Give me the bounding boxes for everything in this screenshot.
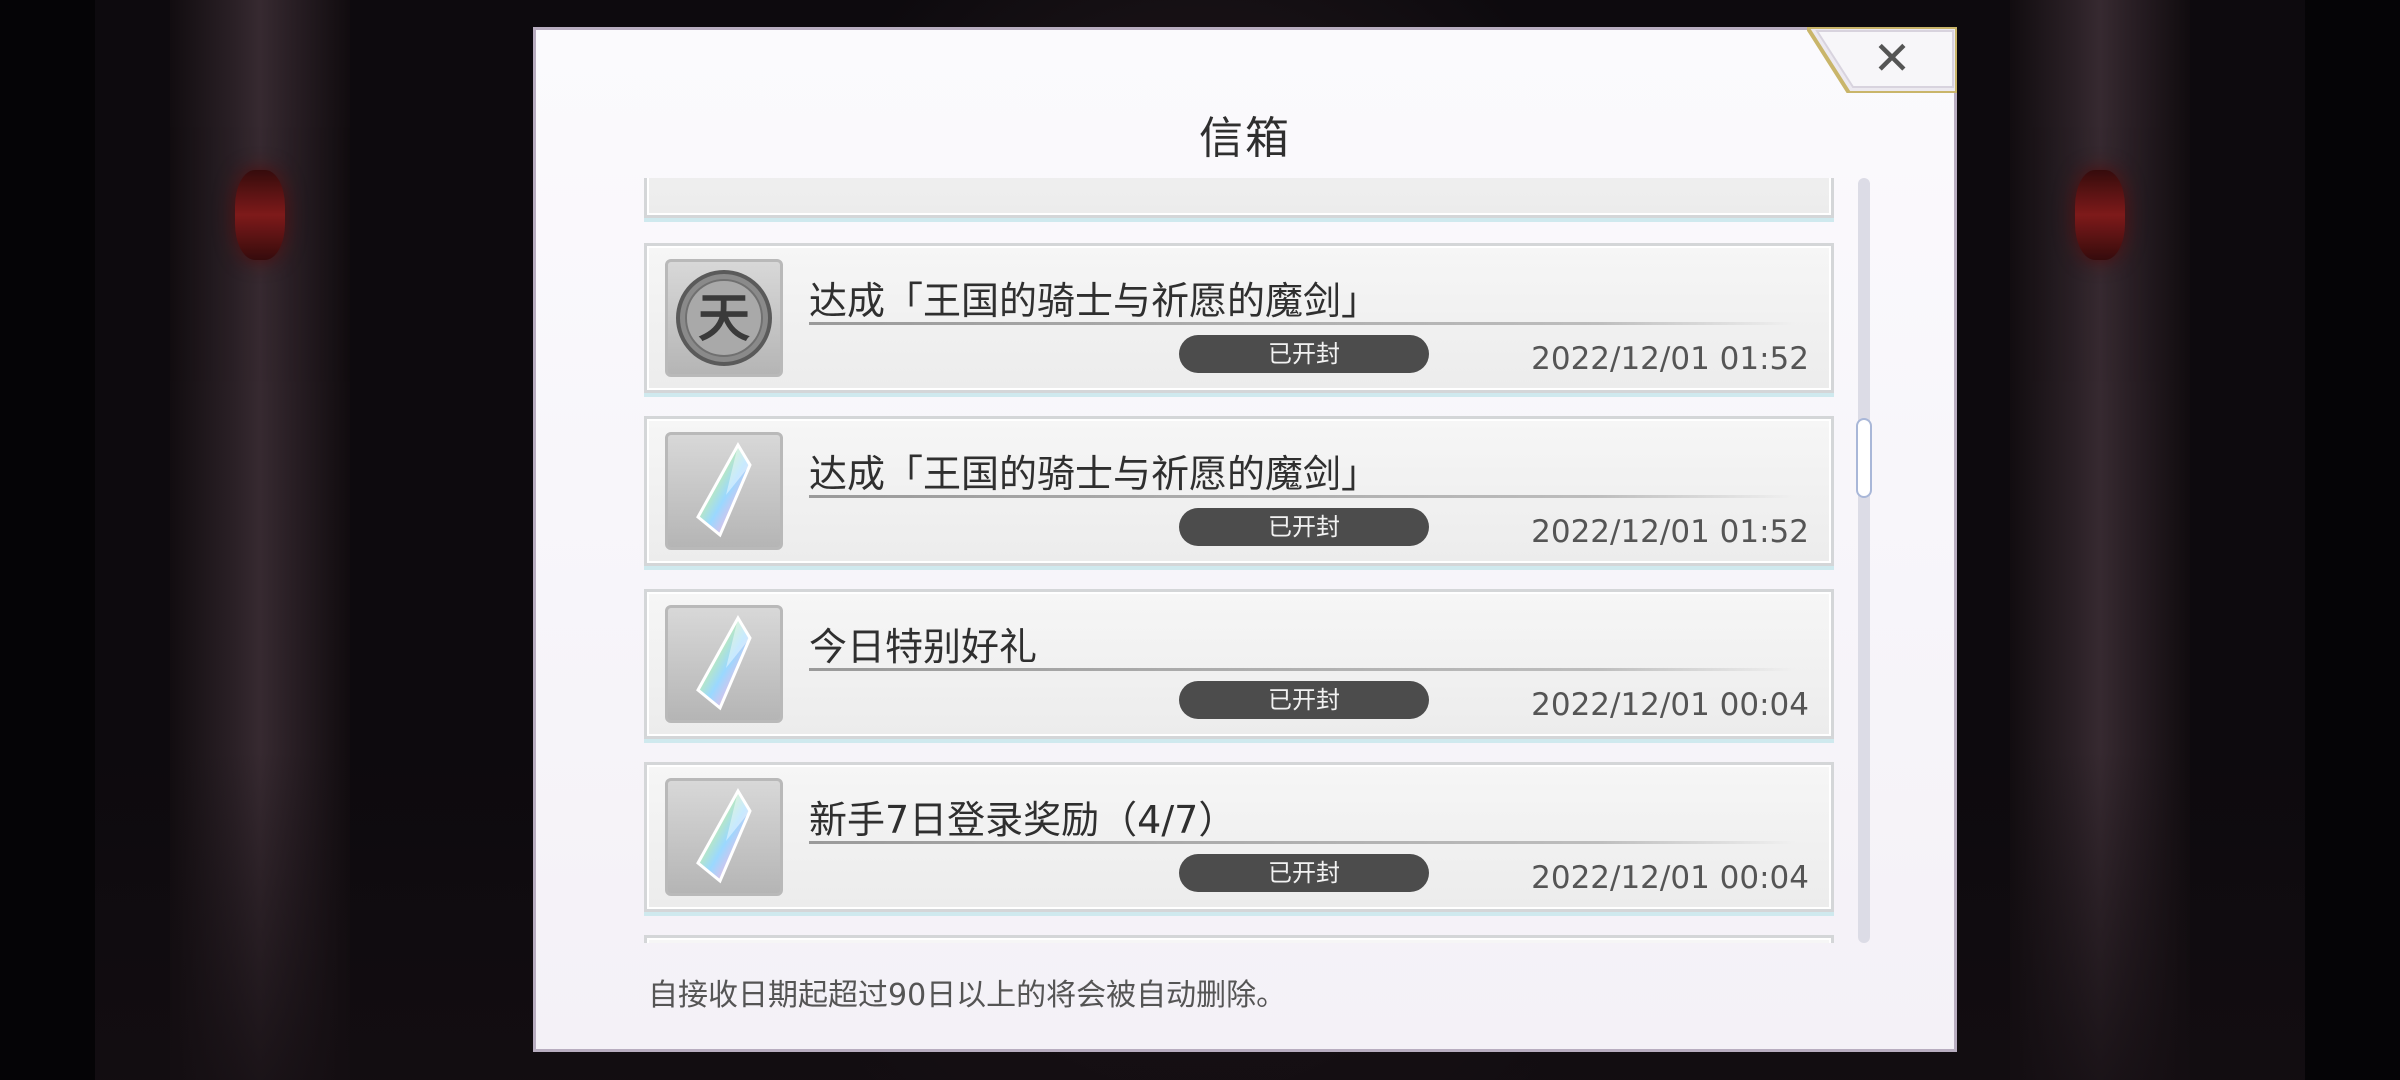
title-underline [809,668,1795,671]
rainbow-crystal-icon [665,605,783,723]
scrollbar-thumb[interactable] [1856,418,1872,498]
medal-glyph: 天 [698,289,750,349]
screen-edge-right [2305,0,2400,1080]
mail-item-partial-top[interactable] [644,178,1834,218]
mail-date: 2022/12/01 01:52 [1531,341,1809,377]
mail-title: 今日特别好礼 [809,625,1038,669]
mail-date: 2022/12/01 00:04 [1531,860,1809,896]
close-icon: ✕ [1872,31,1912,85]
heaven-medal-icon: 天 [665,259,783,377]
mail-title: 新手7日登录奖励（4/7） [809,798,1237,842]
mailbox-dialog: 信箱 ✕ 天 达成「王国的骑士与祈愿的魔剑」 已开封 2022/12/01 01… [533,27,1957,1052]
scrollbar[interactable] [1856,178,1872,943]
opened-status-badge: 已开封 [1179,854,1429,892]
opened-status-badge: 已开封 [1179,681,1429,719]
mail-date: 2022/12/01 00:04 [1531,687,1809,723]
title-underline [809,495,1795,498]
mail-item[interactable]: 达成「王国的骑士与祈愿的魔剑」 已开封 2022/12/01 01:52 [644,416,1834,566]
rainbow-crystal-icon [665,778,783,896]
rainbow-crystal-icon [665,432,783,550]
title-underline [809,841,1795,844]
mail-item[interactable]: 新手7日登录奖励（4/7） 已开封 2022/12/01 00:04 [644,762,1834,912]
mail-list[interactable]: 天 达成「王国的骑士与祈愿的魔剑」 已开封 2022/12/01 01:52 达… [644,178,1844,943]
opened-status-badge: 已开封 [1179,335,1429,373]
mail-item[interactable]: 天 达成「王国的骑士与祈愿的魔剑」 已开封 2022/12/01 01:52 [644,243,1834,393]
close-button[interactable]: ✕ [1807,27,1957,93]
pillar-gem-right [2075,170,2125,260]
pillar-gem-left [235,170,285,260]
mail-title: 达成「王国的骑士与祈愿的魔剑」 [809,452,1380,496]
mail-title: 达成「王国的骑士与祈愿的魔剑」 [809,279,1380,323]
mail-item-partial-bottom[interactable] [644,935,1834,943]
dialog-title: 信箱 [1199,113,1291,164]
auto-delete-note: 自接收日期起超过90日以上的将会被自动删除。 [648,978,1287,1013]
mail-item[interactable]: 今日特别好礼 已开封 2022/12/01 00:04 [644,589,1834,739]
mail-date: 2022/12/01 01:52 [1531,514,1809,550]
opened-status-badge: 已开封 [1179,508,1429,546]
title-underline [809,322,1795,325]
screen-edge-left [0,0,95,1080]
